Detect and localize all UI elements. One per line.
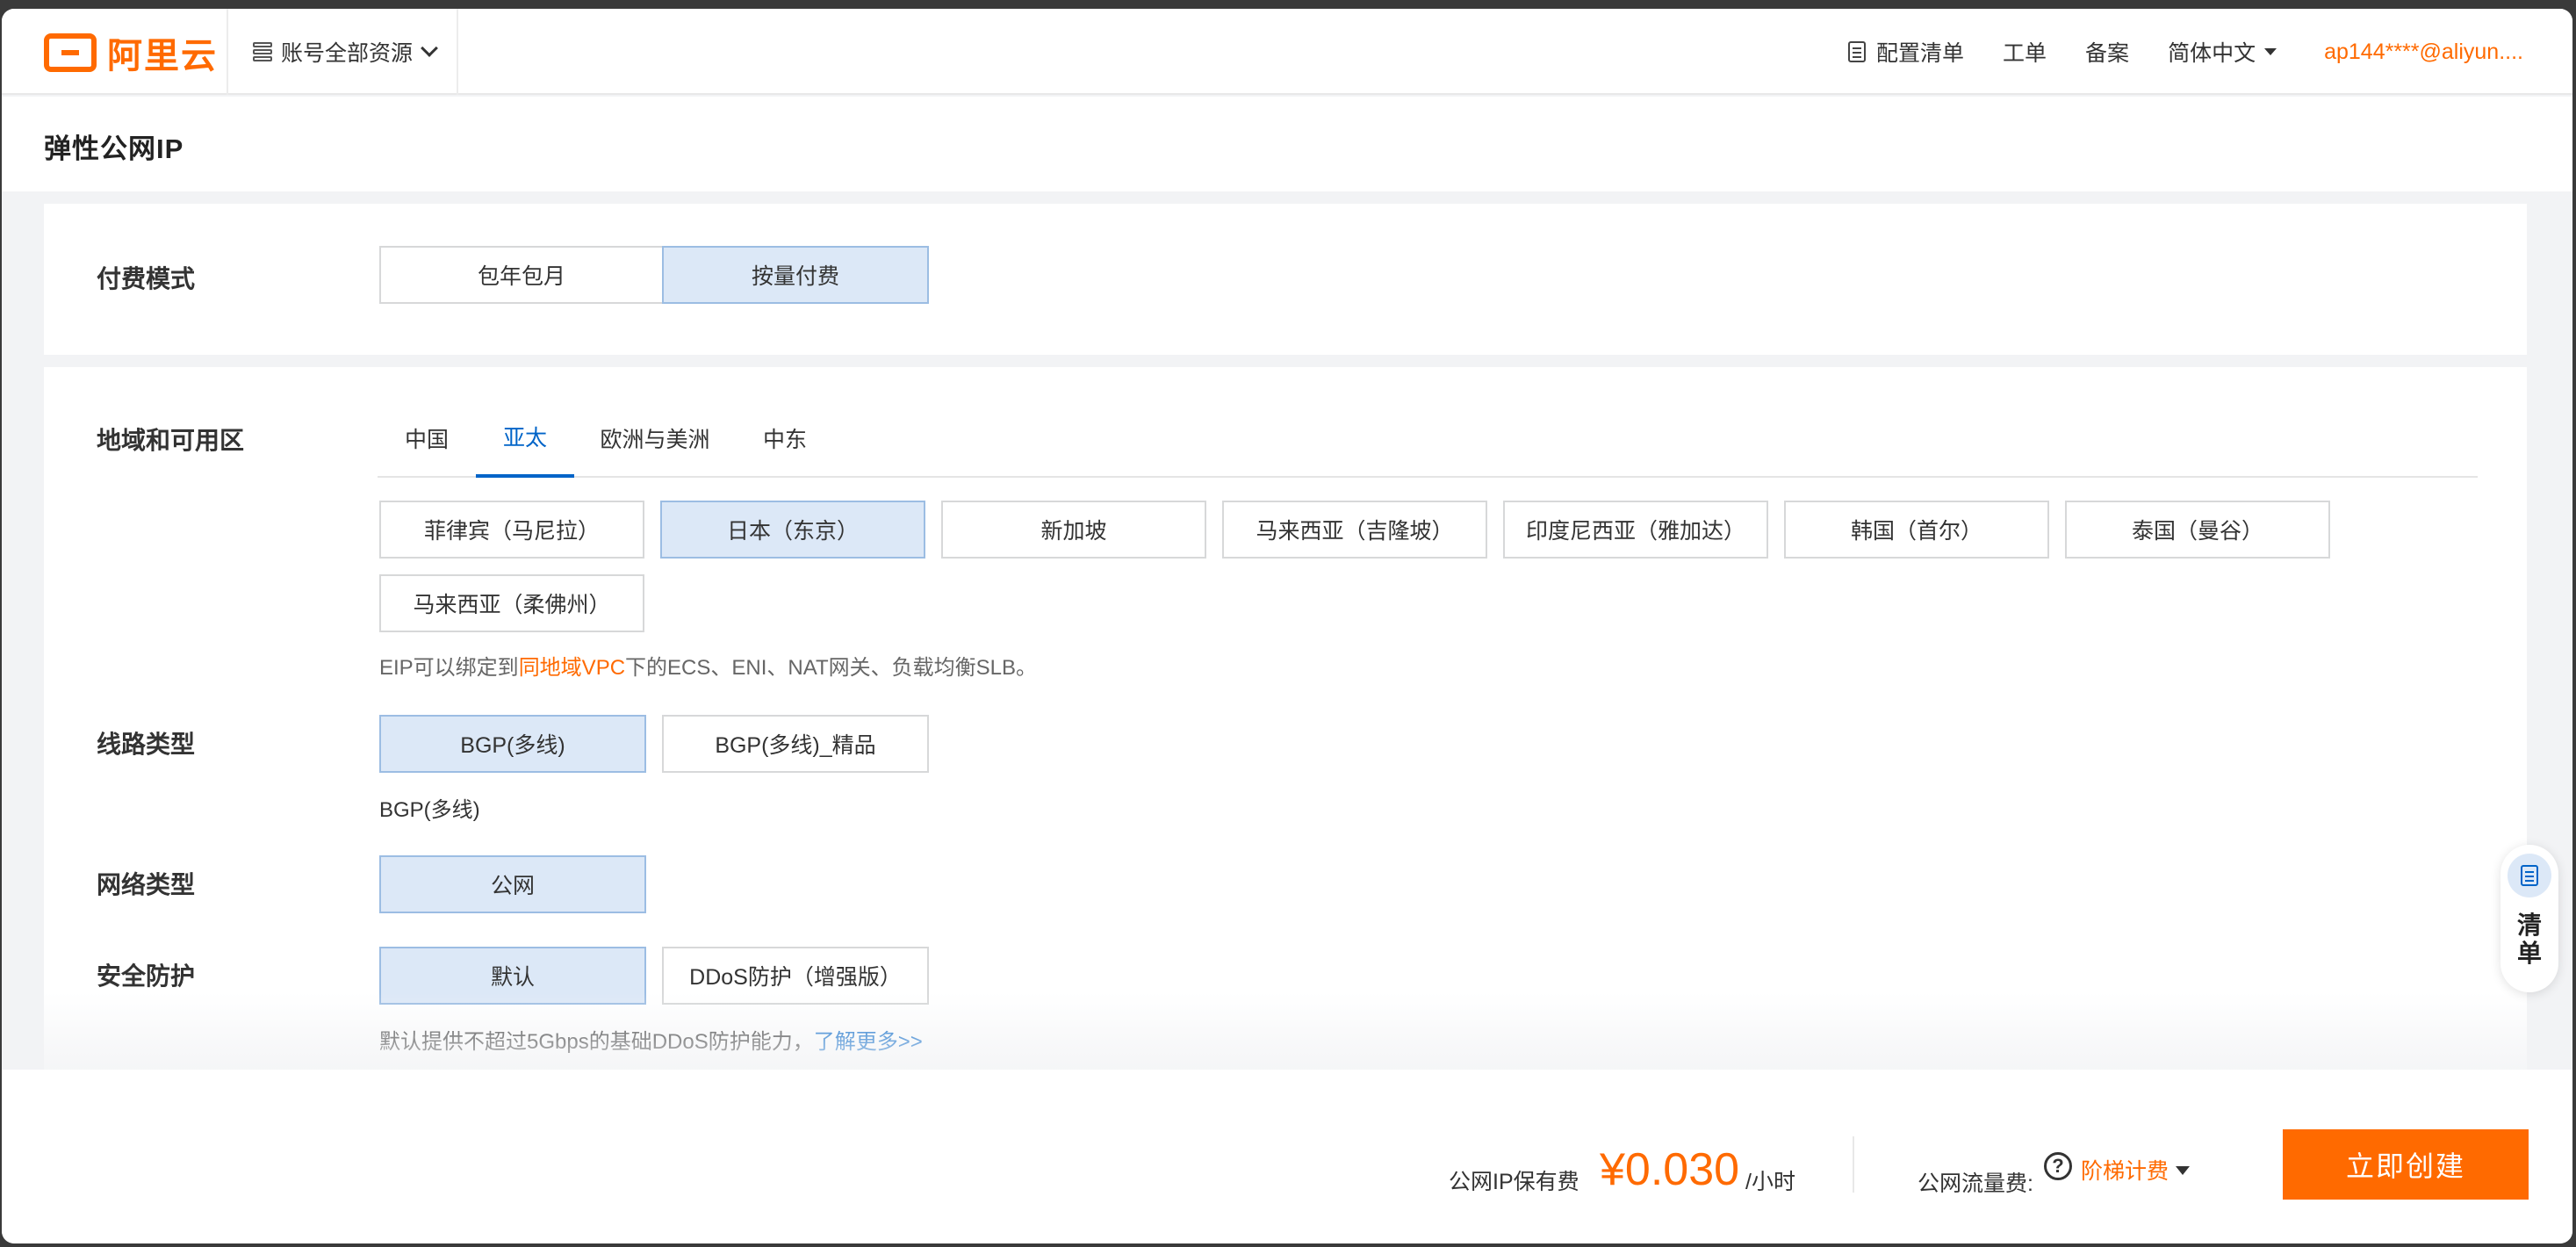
region-option[interactable]: 印度尼西亚（雅加达） [1503,501,1768,559]
tab-china[interactable]: 中国 [378,399,476,478]
region-option-selected[interactable]: 日本（东京） [660,501,925,559]
chevron-down-icon [421,40,438,57]
page-header: 弹性公网IP [2,97,2572,191]
tab-middle-east[interactable]: 中东 [736,399,834,478]
region-option[interactable]: 新加坡 [941,501,1206,559]
icp-link[interactable]: 备案 [2085,36,2129,68]
security-option-default[interactable]: 默认 [379,947,646,1005]
list-icon [2508,854,2551,897]
billing-label: 付费模式 [97,265,196,292]
brand-name: 阿里云 [107,37,218,76]
config-panel: 地域和可用区 中国 亚太 欧洲与美洲 中东 菲律宾（马尼拉） 日本（东京） 新加… [44,367,2527,1087]
region-option[interactable]: 马来西亚（柔佛州） [379,574,644,632]
price-value: ¥0.030 [1600,1144,1740,1195]
price-unit: /小时 [1745,1170,1795,1194]
tiered-billing-dropdown[interactable]: 阶梯计费 [2081,1154,2169,1186]
tab-asia-pacific[interactable]: 亚太 [476,399,574,478]
footer-divider [1853,1136,1854,1193]
ip-fee-label: 公网IP保有费 [1449,1170,1579,1194]
line-type-option-bgp-premium[interactable]: BGP(多线)_精品 [662,715,929,773]
billing-panel: 付费模式 包年包月 按量付费 [44,204,2527,355]
network-type-option-public[interactable]: 公网 [379,855,646,913]
security-hint-text: 默认提供不超过5Gbps的基础DDoS防护能力， [379,1030,814,1054]
caret-down-icon [2264,48,2277,55]
language-dropdown[interactable]: 简体中文 [2168,36,2277,68]
config-list-label: 配置清单 [1876,41,1965,66]
floating-list-widget[interactable]: 清单 [2500,845,2558,992]
region-hint-prefix: EIP可以绑定到 [379,656,519,680]
page-title: 弹性公网IP [44,133,184,164]
tickets-link[interactable]: 工单 [2003,36,2047,68]
help-circle-icon[interactable]: ? [2044,1152,2072,1180]
learn-more-link[interactable]: 了解更多>> [814,1030,923,1054]
config-list-icon [1848,41,1867,62]
floating-list-label: 清单 [2517,912,2543,967]
top-nav: 配置清单 工单 备案 简体中文 ap144****@aliyun.... [1810,9,2523,95]
region-option[interactable]: 马来西亚（吉隆坡） [1222,501,1487,559]
server-stack-icon [253,42,272,61]
line-type-label: 线路类型 [97,731,196,758]
region-option[interactable]: 泰国（曼谷） [2065,501,2330,559]
region-option[interactable]: 菲律宾（马尼拉） [379,501,644,559]
resource-switch-label: 账号全部资源 [281,41,414,66]
billing-option-pay-as-you-go[interactable]: 按量付费 [662,246,929,304]
config-list-link[interactable]: 配置清单 [1848,36,1964,68]
region-option[interactable]: 韩国（首尔） [1784,501,2049,559]
region-label: 地域和可用区 [97,427,245,454]
region-tabs: 中国 亚太 欧洲与美洲 中东 [378,399,2478,478]
network-type-label: 网络类型 [97,871,196,898]
aliyun-logo-icon [44,33,97,72]
security-label: 安全防护 [97,962,196,990]
browser-window: 阿里云 账号全部资源 配置清单 工单 备案 简体中文 ap144****@ali… [2,9,2572,1243]
line-type-option-bgp[interactable]: BGP(多线) [379,715,646,773]
aliyun-logo[interactable]: 阿里云 [44,33,218,76]
user-account-menu[interactable]: ap144****@aliyun.... [2324,40,2523,65]
resource-switch-dropdown[interactable]: 账号全部资源 [227,9,458,95]
caret-down-icon[interactable] [2176,1166,2190,1175]
same-region-vpc-link[interactable]: 同地域VPC [519,656,625,680]
top-bar: 阿里云 账号全部资源 配置清单 工单 备案 简体中文 ap144****@ali… [2,9,2572,95]
security-option-ddos-enhanced[interactable]: DDoS防护（增强版） [662,947,929,1005]
line-type-hint: BGP(多线) [379,798,480,822]
create-now-button[interactable]: 立即创建 [2283,1129,2529,1200]
billing-option-subscription[interactable]: 包年包月 [379,246,664,304]
language-label: 简体中文 [2168,41,2256,66]
traffic-fee-label: 公网流量费: [1918,1171,2033,1196]
price-footer: 公网IP保有费 ¥0.030 /小时 公网流量费: ? 阶梯计费 立即创建 [2,1070,2572,1243]
region-hint: EIP可以绑定到同地域VPC下的ECS、ENI、NAT网关、负载均衡SLB。 [379,650,1037,681]
region-hint-suffix: 下的ECS、ENI、NAT网关、负载均衡SLB。 [625,656,1037,680]
tab-europe-americas[interactable]: 欧洲与美洲 [574,399,736,478]
security-hint: 默认提供不超过5Gbps的基础DDoS防护能力，了解更多>> [379,1024,923,1055]
